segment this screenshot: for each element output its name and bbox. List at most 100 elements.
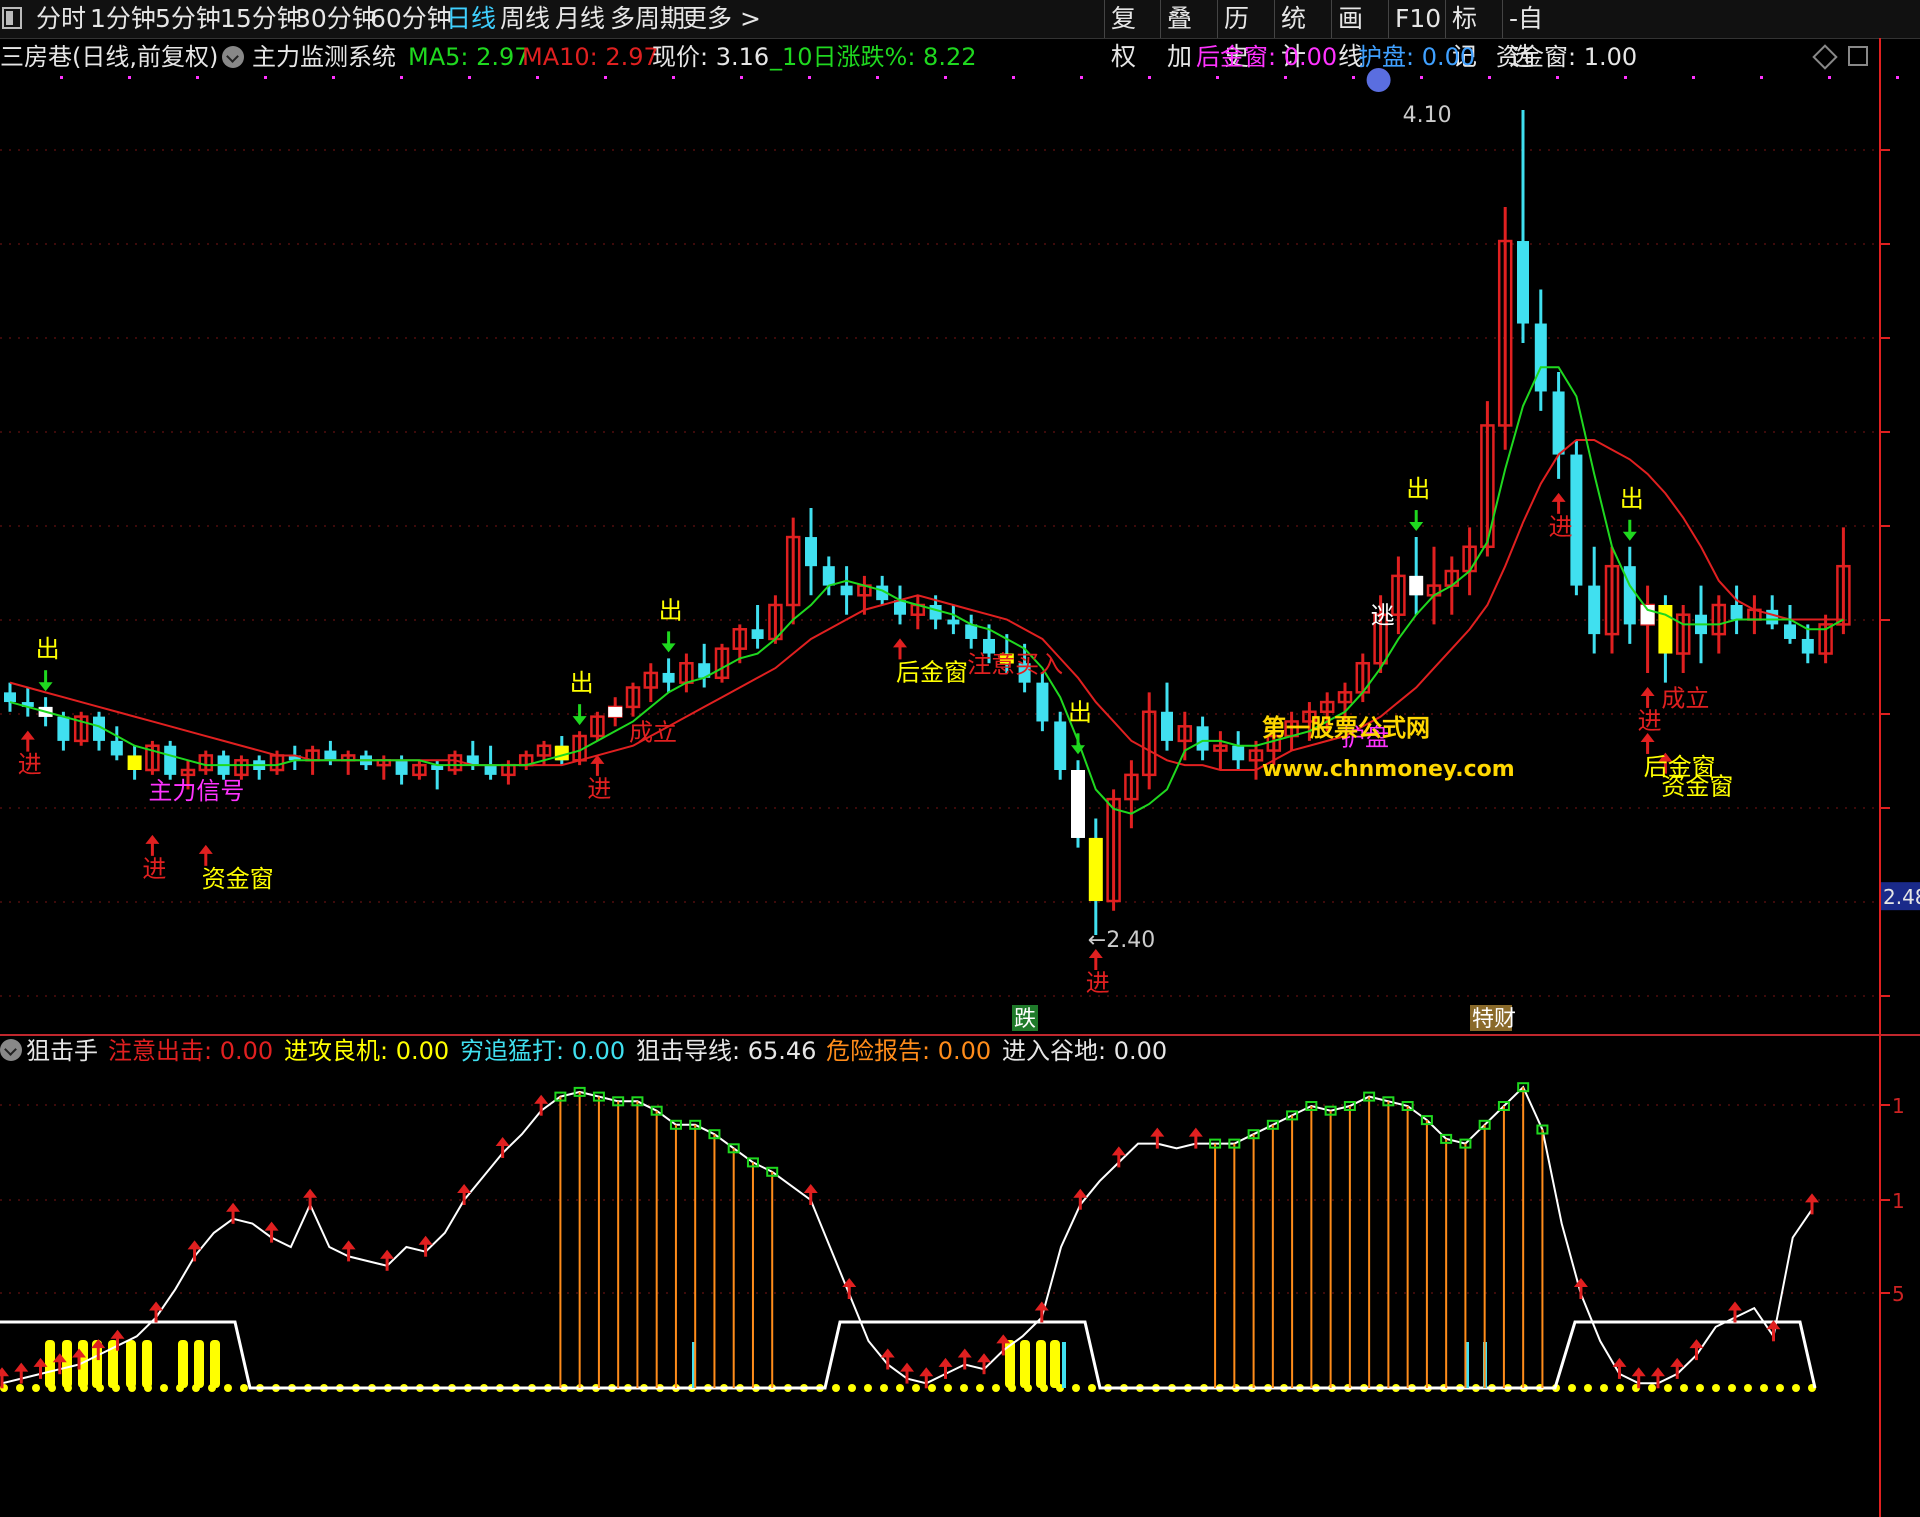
candle-23 [412,760,427,780]
candle-body [805,537,817,567]
signal-label: 出 [36,635,60,663]
baseline-dot [992,1384,1000,1392]
baseline-dot [896,1384,904,1392]
candle-50 [894,585,906,625]
dot-marker [1896,76,1899,79]
signal-label: 成立 [1661,685,1709,713]
yellow-bar [62,1340,72,1388]
candle-body [57,716,70,741]
baseline-dot [1776,1384,1784,1392]
signal-label: 进 [142,855,166,883]
candle-80 [1426,546,1442,625]
candle-35 [625,682,641,717]
candle-102 [1818,614,1833,664]
candle-65 [1161,682,1173,751]
signal-label: 注意买入 [967,651,1063,679]
candle-83 [1480,401,1495,557]
baseline-dot [928,1384,936,1392]
cyan-tick [1062,1342,1066,1388]
signal-candle-7 [127,755,142,770]
candle-86 [1534,289,1547,411]
dot-marker [1760,76,1763,79]
baseline-dot [1696,1384,1704,1392]
baseline-dot [1648,1384,1656,1392]
signal-label: 进 [18,751,42,779]
candle-body [929,605,942,620]
signal-label: 逃 [1371,601,1395,629]
candle-body [484,765,497,775]
yellow-bar [178,1340,188,1388]
signal-label: 进 [1086,969,1110,997]
signal-label: 成立 [629,719,677,747]
candle-45 [805,507,817,596]
candle-4 [73,711,89,746]
signal-label: 出 [1620,485,1644,513]
signal-label: 主力信号 [148,777,244,805]
signal-label: 后金窗 [1644,753,1716,781]
baseline-dot [240,1384,248,1392]
baseline-dot [912,1384,920,1392]
candle-0 [4,682,16,712]
candle-53 [947,605,960,635]
candle-42 [751,605,764,649]
candle-76 [1355,653,1371,703]
candle-8 [145,740,160,775]
dot-marker [1148,76,1151,79]
baseline-dot [976,1384,984,1392]
candle-body [840,585,853,596]
candle-14 [253,755,266,780]
candle-64 [1141,692,1157,790]
candle-66 [1177,711,1193,761]
baseline-dot [1584,1384,1592,1392]
candle-38 [679,653,694,693]
candle-body [164,745,177,775]
candle-body [1054,721,1067,770]
dot-marker [1216,76,1219,79]
candle-98 [1747,595,1762,635]
signal-label: 进 [1549,513,1573,541]
candle-43 [768,595,783,644]
signal-candle-31 [554,745,569,761]
candle-69 [1232,731,1245,770]
candle-body [1232,745,1245,761]
baseline-dot [1072,1384,1080,1392]
ma10-line [9,439,1844,771]
signal-candle-34 [608,706,623,717]
price-tag: 2.48 [1883,885,1920,909]
candle-27 [484,745,497,780]
signal-label: 进 [1638,707,1662,735]
yellow-bar [1050,1340,1060,1388]
low-price-label: ←2.40 [1088,928,1155,953]
baseline-dot [1680,1384,1688,1392]
candle-body [751,629,764,639]
candle-9 [164,740,177,780]
candle-body [965,624,978,639]
baseline-dot [1568,1384,1576,1392]
signal-candle-92 [1640,605,1655,625]
candle-82 [1462,527,1477,596]
candle-68 [1213,731,1228,770]
dot-marker [1080,76,1083,79]
candle-body [1517,241,1529,324]
dot-marker [60,76,63,79]
dot-marker [1352,76,1355,79]
candle-92 [1640,585,1655,673]
dot-marker [672,76,675,79]
candle-11 [198,750,214,775]
dot-marker [536,76,539,79]
candle-36 [643,663,659,703]
candle-97 [1730,585,1743,635]
dot-marker [944,76,947,79]
dot-marker [196,76,199,79]
signal-candle-79 [1409,575,1424,596]
baseline-dot [160,1384,168,1392]
candle-51 [910,595,926,630]
candle-40 [714,643,730,683]
candle-body [1784,624,1796,639]
sniper-line [1,1085,1813,1385]
candle-28 [501,760,516,785]
candle-47 [840,566,853,615]
sub-tick-label: 5 [1892,1282,1905,1306]
candle-body [4,692,16,703]
candle-89 [1588,546,1601,654]
